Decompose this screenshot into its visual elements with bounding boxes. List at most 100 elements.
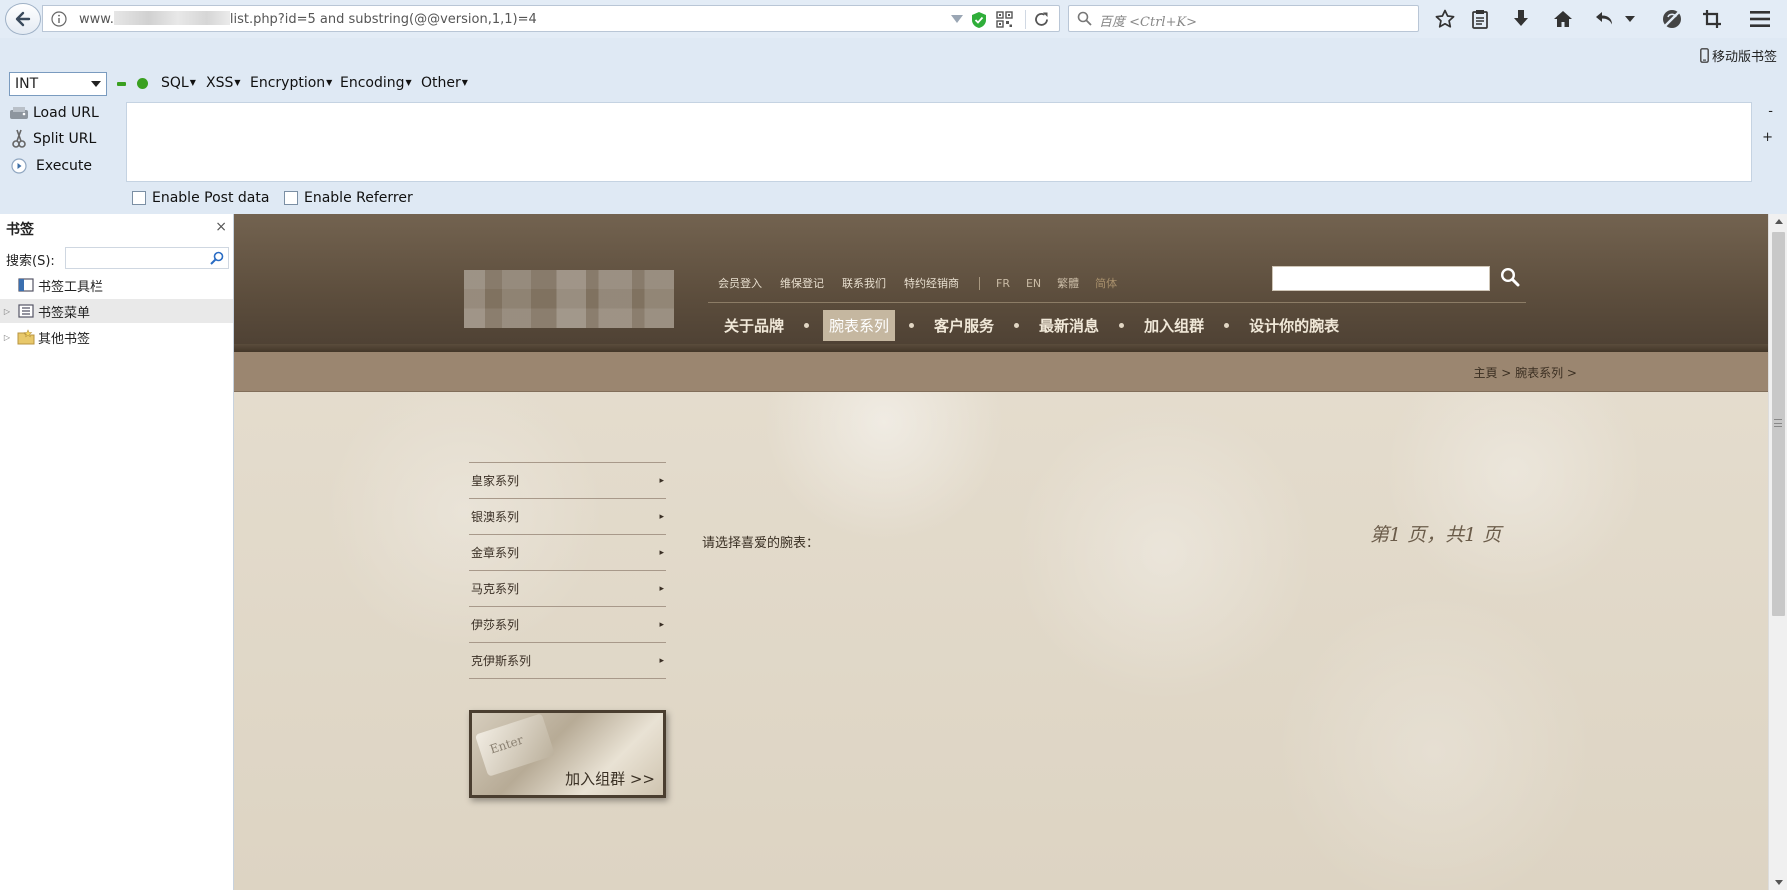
sidebar-item-label: 书签工具栏 bbox=[38, 279, 104, 295]
lang-fr-link[interactable]: FR bbox=[996, 277, 1010, 290]
sql-menu[interactable]: SQL▼ bbox=[161, 75, 196, 91]
execute-label: Execute bbox=[36, 158, 92, 174]
dropdown-arrow-icon: ▼ bbox=[326, 78, 333, 87]
series-item-label: 伊莎系列 bbox=[471, 618, 520, 632]
shrink-textarea-button[interactable]: - bbox=[1768, 104, 1773, 119]
undo-dropdown-button[interactable] bbox=[1622, 6, 1638, 32]
reload-icon[interactable] bbox=[1033, 11, 1050, 28]
breadcrumb[interactable]: 主頁 > 腕表系列 > bbox=[1473, 364, 1577, 381]
search-icon[interactable] bbox=[210, 251, 224, 265]
home-button[interactable] bbox=[1550, 6, 1576, 32]
chevron-right-icon: ▸ bbox=[659, 583, 664, 594]
info-icon[interactable] bbox=[51, 11, 67, 27]
encryption-menu[interactable]: Encryption▼ bbox=[250, 75, 332, 91]
chevron-down-icon bbox=[91, 81, 101, 87]
bookmark-star-button[interactable] bbox=[1432, 6, 1458, 32]
hackbar-url-textarea[interactable] bbox=[126, 102, 1752, 182]
enter-key-image: Enter bbox=[474, 713, 556, 777]
page-content: 皇家系列 ▸ 银澳系列 ▸ 金章系列 ▸ 马克系列 ▸ 伊莎系列 ▸ 克伊斯系列 ▸ Ent… bbox=[234, 392, 1768, 890]
sidebar-item-bookmarks-menu[interactable]: ▷ 书签菜单 bbox=[0, 299, 233, 323]
scroll-up-arrow-icon[interactable] bbox=[1775, 219, 1783, 224]
increase-icon[interactable] bbox=[137, 78, 148, 89]
series-item[interactable]: 马克系列 ▸ bbox=[469, 571, 666, 607]
series-item[interactable]: 伊莎系列 ▸ bbox=[469, 607, 666, 643]
sidebar-item-bookmarks-toolbar[interactable]: 书签工具栏 bbox=[0, 273, 233, 297]
execute-button[interactable]: Execute bbox=[5, 154, 92, 178]
scroll-down-arrow-icon[interactable] bbox=[1775, 880, 1783, 885]
reading-list-button[interactable] bbox=[1467, 6, 1493, 32]
load-url-button[interactable]: Load URL bbox=[5, 101, 99, 125]
join-group-banner[interactable]: Enter 加入组群 >> bbox=[469, 710, 666, 798]
enable-post-data-checkbox[interactable]: Enable Post data bbox=[132, 190, 269, 206]
shield-icon[interactable] bbox=[971, 11, 987, 29]
injection-type-select[interactable]: INT bbox=[9, 72, 107, 96]
expand-triangle-icon[interactable]: ▷ bbox=[0, 333, 14, 342]
mobile-bookmarks[interactable]: 移动版书签 bbox=[1700, 46, 1777, 65]
hamburger-menu-icon bbox=[1750, 11, 1770, 27]
chevron-right-icon: ▸ bbox=[659, 475, 664, 486]
join-group-banner-label: 加入组群 >> bbox=[565, 770, 655, 788]
xss-menu[interactable]: XSS▼ bbox=[206, 75, 241, 91]
series-item[interactable]: 皇家系列 ▸ bbox=[469, 463, 666, 499]
nav-about-brand[interactable]: 关于品牌 bbox=[718, 310, 790, 341]
nav-customer-service[interactable]: 客户服务 bbox=[928, 310, 1000, 341]
series-item[interactable]: 克伊斯系列 ▸ bbox=[469, 643, 666, 679]
crop-button[interactable] bbox=[1699, 6, 1725, 32]
enable-referrer-checkbox[interactable]: Enable Referrer bbox=[284, 190, 413, 206]
encryption-menu-label: Encryption bbox=[250, 75, 326, 91]
url-dropdown-icon[interactable] bbox=[951, 14, 963, 24]
menu-button[interactable] bbox=[1747, 6, 1773, 32]
search-input[interactable]: 百度 <Ctrl+K> bbox=[1068, 5, 1419, 32]
sidebar-close-button[interactable]: × bbox=[215, 219, 227, 235]
page-scrollbar[interactable] bbox=[1768, 214, 1787, 890]
lang-traditional-link[interactable]: 繁體 bbox=[1057, 275, 1079, 291]
split-url-button[interactable]: Split URL bbox=[5, 127, 96, 151]
chevron-right-icon: ▸ bbox=[659, 511, 664, 522]
member-login-link[interactable]: 会员登入 bbox=[718, 275, 762, 291]
downloads-button[interactable] bbox=[1508, 6, 1534, 32]
other-menu[interactable]: Other▼ bbox=[421, 75, 468, 91]
sidebar-item-other-bookmarks[interactable]: ▷ 其他书签 bbox=[0, 325, 233, 349]
expand-triangle-icon[interactable]: ▷ bbox=[0, 307, 14, 316]
expand-textarea-button[interactable]: + bbox=[1762, 130, 1773, 145]
url-bar[interactable]: www. list.php?id=5 and substring(@@versio… bbox=[42, 5, 1060, 32]
lang-en-link[interactable]: EN bbox=[1026, 277, 1041, 290]
contact-us-link[interactable]: 联系我们 bbox=[842, 275, 886, 291]
load-url-icon bbox=[5, 105, 33, 121]
nav-dot bbox=[1224, 323, 1230, 328]
sync-button[interactable] bbox=[1659, 6, 1685, 32]
checkbox-box[interactable] bbox=[132, 191, 146, 205]
back-button[interactable] bbox=[5, 3, 41, 35]
main-nav: 关于品牌 腕表系列 客户服务 最新消息 加入组群 设计你的腕表 bbox=[718, 310, 1345, 341]
encoding-menu[interactable]: Encoding▼ bbox=[340, 75, 412, 91]
nav-dot bbox=[804, 323, 810, 328]
sidebar-item-label: 其他书签 bbox=[38, 331, 91, 347]
series-item[interactable]: 银澳系列 ▸ bbox=[469, 499, 666, 535]
sidebar-title: 书签 bbox=[6, 222, 34, 238]
site-search-input[interactable] bbox=[1272, 266, 1490, 291]
home-icon bbox=[1554, 11, 1572, 27]
encoding-menu-label: Encoding bbox=[340, 75, 405, 91]
site-logo[interactable] bbox=[464, 270, 674, 328]
qr-code-icon[interactable] bbox=[996, 11, 1013, 28]
nav-latest-news[interactable]: 最新消息 bbox=[1033, 310, 1105, 341]
search-icon bbox=[1077, 11, 1092, 26]
nav-design-watch[interactable]: 设计你的腕表 bbox=[1243, 310, 1345, 341]
dealers-link[interactable]: 特约经销商 bbox=[904, 275, 959, 291]
chevron-down-icon bbox=[1625, 16, 1635, 22]
checkbox-box[interactable] bbox=[284, 191, 298, 205]
series-item-label: 克伊斯系列 bbox=[471, 654, 532, 668]
crop-icon bbox=[1703, 10, 1721, 28]
search-icon[interactable] bbox=[1500, 267, 1520, 287]
undo-close-tab-button[interactable] bbox=[1592, 6, 1618, 32]
nav-join-group[interactable]: 加入组群 bbox=[1138, 310, 1210, 341]
nav-watch-series[interactable]: 腕表系列 bbox=[823, 310, 896, 341]
decrease-icon[interactable] bbox=[117, 82, 126, 86]
url-text[interactable]: www. list.php?id=5 and substring(@@versio… bbox=[79, 11, 537, 27]
sidebar-search-input[interactable] bbox=[65, 247, 229, 269]
lang-simplified-link[interactable]: 简体 bbox=[1095, 275, 1117, 291]
series-item[interactable]: 金章系列 ▸ bbox=[469, 535, 666, 571]
warranty-register-link[interactable]: 维保登记 bbox=[780, 275, 824, 291]
breadcrumb-bar: 主頁 > 腕表系列 > bbox=[234, 352, 1768, 392]
xss-menu-label: XSS bbox=[206, 75, 234, 91]
